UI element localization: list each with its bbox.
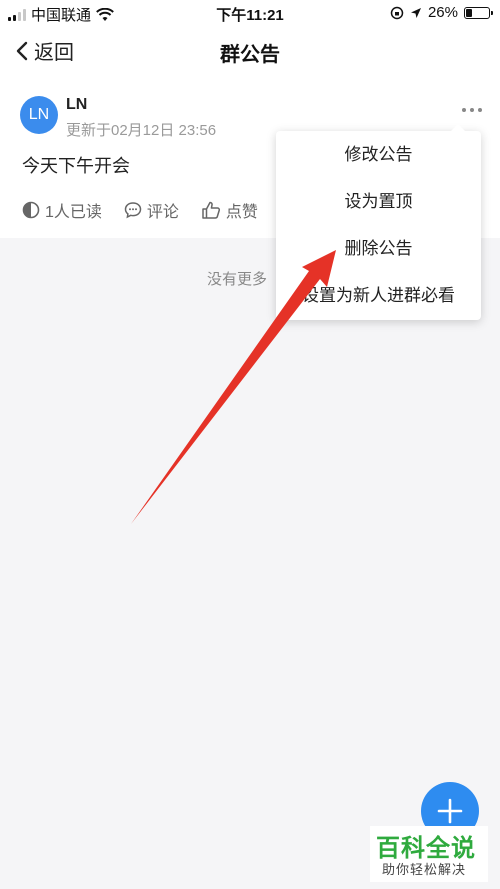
location-icon xyxy=(410,7,421,18)
popup-menu: 修改公告 设为置顶 删除公告 设置为新人进群必看 xyxy=(276,124,481,320)
menu-item-newcomer-must-read[interactable]: 设置为新人进群必看 xyxy=(276,272,481,319)
watermark-logo: 百科全说 助你轻松解决 xyxy=(370,826,488,882)
action-row: 1人已读 评论 点赞 xyxy=(22,198,258,222)
watermark-sub-text: 助你轻松解决 xyxy=(382,862,467,877)
menu-item-edit[interactable]: 修改公告 xyxy=(276,131,481,178)
status-right: 26% xyxy=(390,4,493,21)
comment-label: 评论 xyxy=(146,204,179,221)
menu-item-delete[interactable]: 删除公告 xyxy=(276,225,481,272)
avatar[interactable]: LN xyxy=(20,96,58,134)
battery-icon xyxy=(464,6,493,19)
author-name: LN xyxy=(66,96,88,113)
battery-percent: 26% xyxy=(427,4,458,21)
read-count-label: 1人已读 xyxy=(45,204,102,221)
updated-time: 更新于02月12日 23:56 xyxy=(66,122,217,139)
like-label: 点赞 xyxy=(225,204,258,221)
nav-bar: 返回 群公告 xyxy=(0,26,500,78)
read-count-button[interactable]: 1人已读 xyxy=(22,198,102,222)
thumbs-up-icon xyxy=(202,201,220,219)
back-button[interactable]: 返回 xyxy=(16,36,74,65)
comment-button[interactable]: 评论 xyxy=(124,198,179,222)
chevron-left-icon xyxy=(16,41,28,60)
back-label: 返回 xyxy=(34,42,74,64)
status-bar: 中国联通 下午11:21 26% xyxy=(0,0,500,26)
comment-bubble-icon xyxy=(124,202,142,219)
rotation-lock-icon xyxy=(390,6,404,19)
announcement-content: 今天下午开会 xyxy=(22,156,130,176)
watermark-main-text: 百科全说 xyxy=(376,835,476,862)
more-dots-icon xyxy=(462,108,466,112)
page-title: 群公告 xyxy=(220,44,280,66)
list-end-text: 没有更多 xyxy=(207,271,268,288)
menu-item-pin[interactable]: 设为置顶 xyxy=(276,178,481,225)
half-circle-icon xyxy=(22,201,40,219)
like-button[interactable]: 点赞 xyxy=(201,198,258,222)
plus-icon xyxy=(437,798,463,824)
more-button[interactable] xyxy=(462,108,482,112)
